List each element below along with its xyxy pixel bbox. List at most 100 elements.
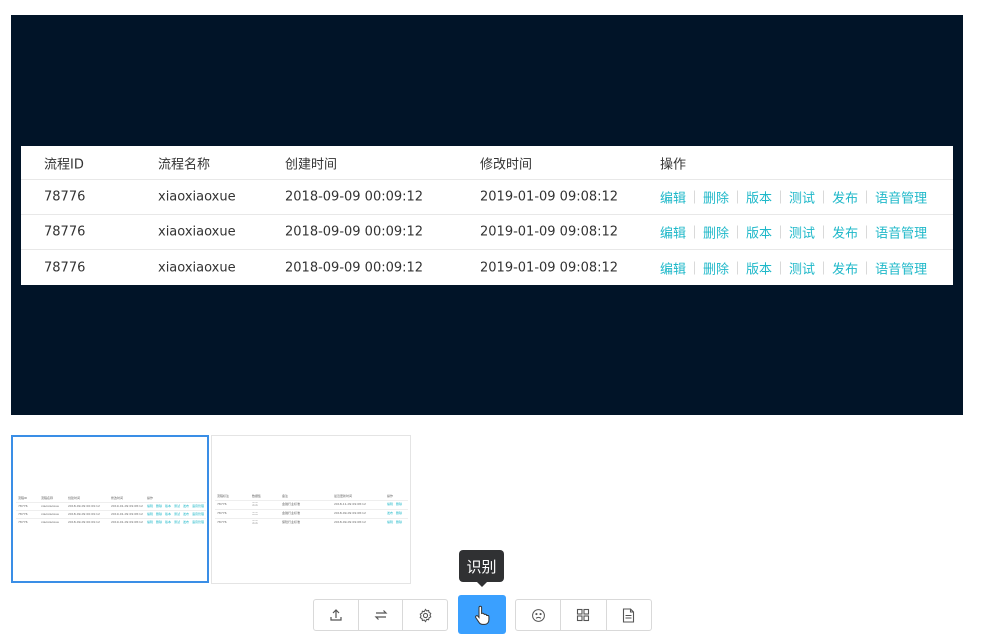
thumbnail-page-2[interactable]: 流程标注 数据集 备注 最近更新时间 操作 78776 三三 金融行业标准 2018-11-09… [211,435,411,584]
mini-action: 版本 [165,520,172,524]
mini-cell: xiaoxiaoxue [41,512,59,516]
mini-action: 语音管理 [192,520,205,524]
document-icon [622,607,635,623]
mini-cell: 二二 [252,511,259,515]
mini-action: 删除 [156,520,163,524]
header-created-time: 创建时间 [285,157,338,172]
mini-row-divider [16,518,206,519]
mini-cell: 78776 [18,520,28,524]
header-flow-name: 流程名称 [158,157,211,172]
action-divider [780,225,782,239]
mini-header-cell: 最近更新时间 [334,494,353,498]
mini-action: 测试 [174,504,181,508]
action-divider [780,261,782,274]
action-divider [823,190,825,204]
mini-header-cell: 操作 [147,496,154,500]
action-divider [823,225,825,239]
flow-table: 流程ID 流程名称 创建时间 修改时间 操作 78776 xiaoxiaoxue 2… [21,146,953,285]
delete-link[interactable]: 删除 [703,223,729,242]
cell-flow-id: 78776 [44,260,86,275]
recognize-button[interactable] [458,595,506,634]
edit-link[interactable]: 编辑 [660,258,686,277]
grid-button[interactable] [561,600,607,630]
grid-icon [576,608,590,622]
test-link[interactable]: 测试 [789,258,815,277]
swap-icon [374,608,388,622]
toolbar-left-group [313,599,448,631]
pointer-hand-icon [473,605,491,625]
voice-manage-link[interactable]: 语音管理 [875,188,927,207]
mini-action: 发布 [183,504,190,508]
action-divider [866,261,868,274]
cell-created-time: 2018-09-09 00:09:12 [285,260,424,275]
document-button[interactable] [607,600,651,630]
cell-modified-time: 2019-01-09 09:08:12 [480,224,619,240]
table-row: 78776 xiaoxiaoxue 2018-09-09 00:09:12 2019-… [21,180,953,215]
mini-cell: 78776 [18,504,28,508]
mini-cell: 78776 [18,512,28,516]
mini-cell: xiaoxiaoxue [41,520,59,524]
mini-cell: 78776 [217,511,227,515]
test-link[interactable]: 测试 [789,188,815,207]
cell-flow-id: 78776 [44,189,86,205]
upload-icon [329,608,343,622]
version-link[interactable]: 版本 [746,258,772,277]
delete-link[interactable]: 删除 [703,258,729,277]
mini-header-cell: 创建时间 [68,496,81,500]
action-divider [694,261,696,274]
upload-button[interactable] [314,600,359,630]
settings-button[interactable] [403,600,447,630]
edit-link[interactable]: 编辑 [660,188,686,207]
mini-action: 删除 [156,504,163,508]
action-divider [737,225,739,239]
publish-link[interactable]: 发布 [832,188,858,207]
mini-action: 测试 [174,512,181,516]
face-icon [531,608,546,623]
delete-link[interactable]: 删除 [703,188,729,207]
mini-header-cell: 流程标注 [217,494,230,498]
mini-action: 编辑 [387,520,394,524]
action-divider [737,190,739,204]
voice-manage-link[interactable]: 语音管理 [875,258,927,277]
mini-cell: 金融行业标准 [282,511,301,515]
version-link[interactable]: 版本 [746,223,772,242]
face-button[interactable] [516,600,562,630]
mini-cell: 78776 [217,502,227,506]
edit-link[interactable]: 编辑 [660,223,686,242]
mini-header-cell: 备注 [282,494,289,498]
action-divider [866,225,868,239]
publish-link[interactable]: 发布 [832,223,858,242]
cell-flow-name: xiaoxiaoxue [158,260,236,275]
thumbnail-page-1[interactable]: 流程ID 流程名称 创建时间 修改时间 操作 78776 xiaoxiaoxue 2018-0… [11,435,209,583]
mini-cell: 2018-11-09 09:08:12 [334,502,366,506]
swap-button[interactable] [359,600,404,630]
mini-cell: 2018-09-09 00:09:12 [68,520,100,524]
voice-manage-link[interactable]: 语音管理 [875,223,927,242]
mini-row-divider [215,509,408,510]
mini-action: 删除 [396,520,403,524]
settings-icon [418,607,433,623]
mini-action: 测试 [174,520,181,524]
preview-canvas: 流程ID 流程名称 创建时间 修改时间 操作 78776 xiaoxiaoxue 2… [11,15,963,415]
table-header-row: 流程ID 流程名称 创建时间 修改时间 操作 [21,146,953,180]
test-link[interactable]: 测试 [789,223,815,242]
action-divider [866,190,868,204]
mini-action: 发布 [183,512,190,516]
header-modified-time: 修改时间 [480,157,533,172]
version-link[interactable]: 版本 [746,188,772,207]
mini-row-divider [215,518,408,519]
publish-link[interactable]: 发布 [832,258,858,277]
mini-action: 版本 [165,504,172,508]
mini-cell: 金融行业标准 [282,502,301,506]
row-actions: 编辑 删除 版本 测试 发布 语音管理 [660,258,927,277]
mini-action: 编辑 [147,520,154,524]
toolbar-right-group [515,599,652,631]
mini-header-cell: 流程名称 [41,496,54,500]
mini-action: 编辑 [147,504,154,508]
mini-cell: 2018-09-09 00:09:12 [68,512,100,516]
cell-flow-id: 78776 [44,224,86,240]
mini-header-cell: 数据集 [252,494,262,498]
mini-action: 删除 [156,512,163,516]
cell-flow-name: xiaoxiaoxue [158,189,236,205]
mini-cell: 2019-01-09 09:08:12 [111,520,143,524]
